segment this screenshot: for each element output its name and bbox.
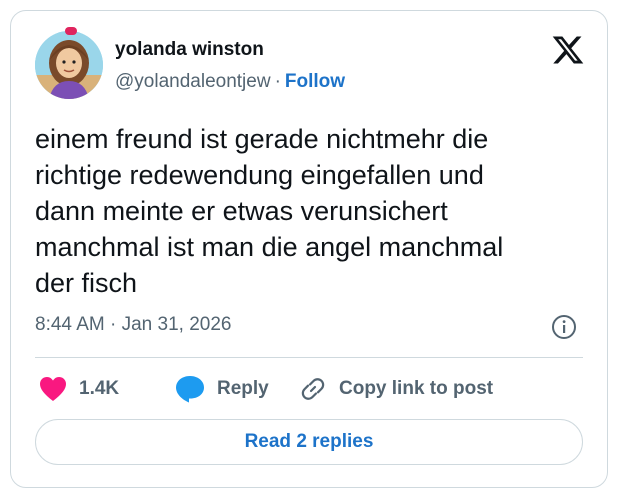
heart-icon [40,377,66,401]
copy-link-label: Copy link to post [339,378,494,399]
handle-row: @yolandaleontjew · Follow [115,71,345,93]
divider [35,357,583,358]
handle-separator: · [274,71,281,92]
avatar[interactable] [35,31,103,99]
tweet-header: yolanda winston @yolandaleontjew · Follow [35,27,585,101]
tweet-time[interactable]: 8:44 AM [35,314,105,335]
like-count: 1.4K [79,378,120,399]
tweet-date[interactable]: Jan 31, 2026 [122,314,232,335]
reply-button[interactable]: Reply [175,373,269,405]
action-bar: 1.4K Reply Copy link to post [35,373,595,405]
link-icon [301,378,325,400]
follow-button[interactable]: Follow [285,71,345,92]
like-button[interactable]: 1.4K [39,373,119,405]
timestamp-separator: · [110,314,117,335]
copy-link-button[interactable]: Copy link to post [299,373,493,405]
user-handle[interactable]: @yolandaleontjew [115,71,271,92]
user-name[interactable]: yolanda winston [115,39,264,61]
speech-bubble-icon [176,376,204,403]
info-icon[interactable] [551,314,577,340]
avatar-badge [65,27,77,35]
reply-label: Reply [217,378,269,399]
x-logo-icon[interactable] [551,33,585,67]
tweet-card: yolanda winston @yolandaleontjew · Follow … [10,10,608,488]
tweet-text: einem freund ist gerade nichtmehr die ri… [35,124,504,298]
tweet-timestamp: 8:44 AM · Jan 31, 2026 [35,314,231,336]
read-replies-button[interactable]: Read 2 replies [35,419,583,465]
